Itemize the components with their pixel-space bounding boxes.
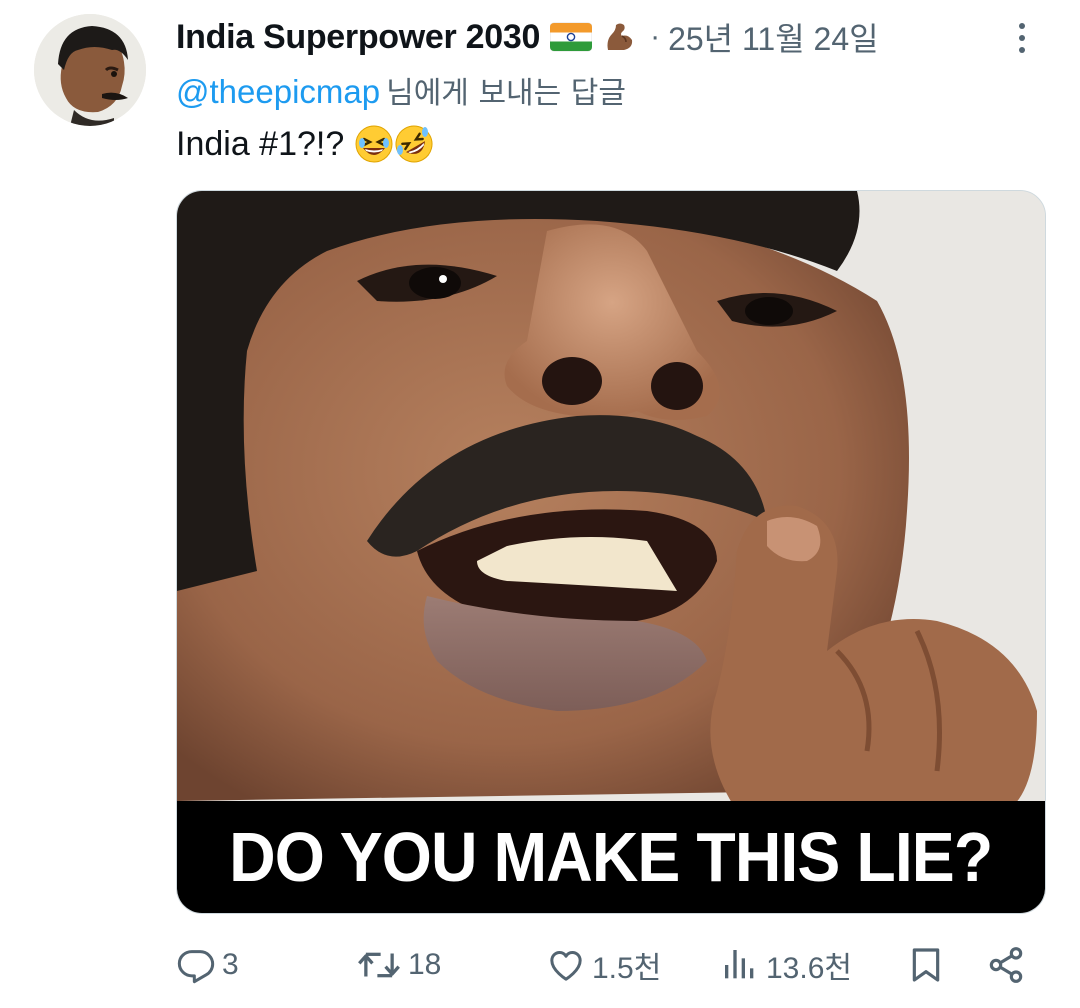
- repost-count: 18: [408, 948, 442, 981]
- reply-context: @theepicmap 님에게 보내는 답글: [176, 68, 626, 112]
- avatar[interactable]: [34, 14, 146, 126]
- india-flag-icon: [550, 22, 593, 52]
- grinning-squinting-face-icon: [355, 125, 393, 163]
- reply-button[interactable]: 3: [176, 930, 239, 1000]
- views-icon: [725, 950, 754, 979]
- image-caption: DO YOU MAKE THIS LIE?: [229, 818, 993, 896]
- like-button[interactable]: 1.5천: [546, 930, 661, 1000]
- bookmark-button[interactable]: [906, 930, 946, 1000]
- author-name[interactable]: India Superpower 2030: [176, 18, 540, 57]
- tweet-text: India #1?!?: [176, 124, 345, 163]
- repost-button[interactable]: 18: [356, 930, 441, 1000]
- reply-mention-link[interactable]: @theepicmap: [176, 73, 380, 110]
- emoji-group: [354, 124, 434, 164]
- views-count: 13.6천: [766, 952, 852, 985]
- tweet-body: India #1?!?: [176, 124, 434, 164]
- flexed-biceps-icon: [602, 20, 636, 54]
- like-count: 1.5천: [592, 952, 662, 985]
- repost-icon: [358, 952, 400, 978]
- share-button[interactable]: [986, 930, 1026, 1000]
- action-bar: 3 18 1.5천 13.6천: [0, 930, 1080, 1000]
- tweet-date[interactable]: 25년 11월 24일: [668, 14, 879, 60]
- share-icon: [989, 947, 1023, 983]
- tweet-media-image[interactable]: DO YOU MAKE THIS LIE?: [176, 190, 1046, 914]
- more-options-icon[interactable]: [1002, 16, 1042, 60]
- bookmark-icon: [912, 948, 940, 982]
- tweet-header: India Superpower 2030 · 25년 11월 24일: [176, 14, 879, 60]
- like-icon: [550, 951, 582, 981]
- reply-icon: [177, 950, 215, 984]
- rolling-on-floor-laughing-icon: [395, 125, 433, 163]
- reply-context-label: 님에게 보내는 답글: [386, 76, 626, 111]
- views-button[interactable]: 13.6천: [720, 930, 852, 1000]
- header-separator: ·: [650, 20, 661, 53]
- caption-bar: DO YOU MAKE THIS LIE?: [177, 801, 1045, 913]
- reply-count: 3: [222, 948, 239, 981]
- avatar-image: [34, 14, 146, 126]
